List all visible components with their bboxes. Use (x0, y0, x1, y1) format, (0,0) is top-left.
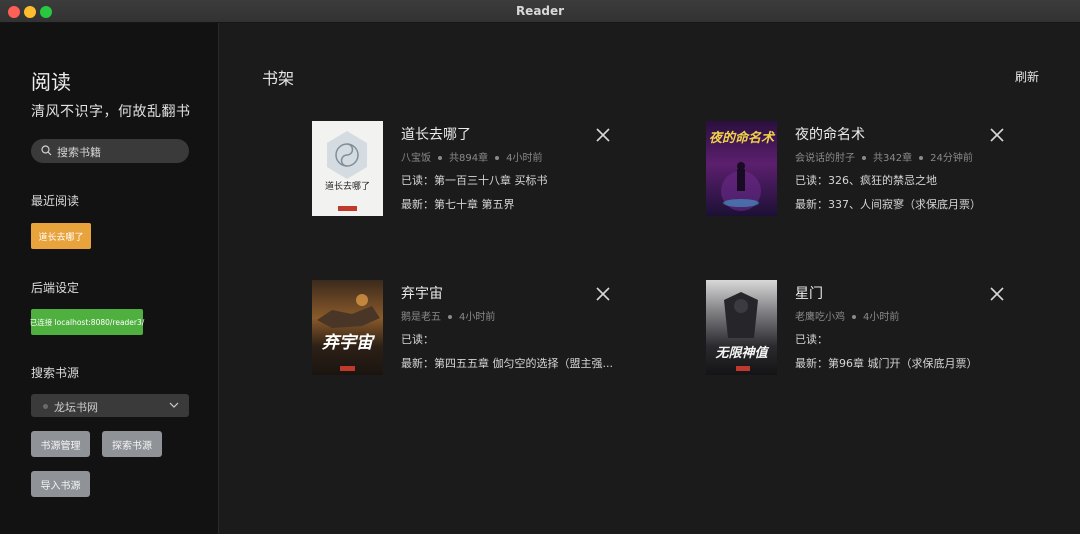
book-read-progress: 已读： (401, 333, 434, 346)
bookshelf-title: 书架 (262, 69, 295, 88)
book-author: 会说话的肘子 (795, 153, 855, 164)
book-title: 星门 (795, 286, 823, 302)
book-updated: 4小时前 (506, 153, 543, 164)
book-cover: 无限神值 (706, 280, 777, 375)
book-latest-chapter: 最新：第96章 城门开（求保底月票） (795, 357, 978, 370)
book-chapters: 共342章 (873, 153, 913, 164)
cover-title: 道长去哪了 (324, 182, 370, 192)
refresh-button[interactable]: 刷新 (1015, 68, 1039, 85)
book-chapters: 共894章 (449, 153, 489, 164)
book-author: 八宝饭 (401, 153, 431, 164)
book-title: 道长去哪了 (401, 127, 471, 143)
sidebar: 阅读 清风不识字，何故乱翻书 搜索书籍 最近阅读 道长去哪了 后端设定 已连接 … (0, 23, 219, 534)
cover-title: 无限神值 (715, 346, 768, 361)
remove-book-icon[interactable] (596, 128, 610, 142)
remove-book-icon[interactable] (990, 128, 1004, 142)
app-title: 阅读 (31, 70, 71, 94)
book-author: 鹅是老五 (401, 312, 441, 323)
app-subtitle: 清风不识字，何故乱翻书 (31, 104, 191, 120)
book-cover: 弃宇宙 (312, 280, 383, 375)
book-updated: 4小时前 (863, 312, 900, 323)
window-titlebar: Reader (0, 0, 1080, 23)
search-icon (41, 145, 52, 156)
recent-book-tag[interactable]: 道长去哪了 (31, 223, 91, 249)
cover-title: 弃宇宙 (322, 333, 373, 353)
search-placeholder: 搜索书籍 (57, 146, 101, 159)
book-title: 弃宇宙 (401, 286, 443, 302)
cover-title: 夜的命名术 (708, 131, 774, 146)
explore-source-button[interactable]: 探索书源 (102, 431, 162, 457)
remove-book-icon[interactable] (990, 287, 1004, 301)
book-latest-chapter: 最新：337、人间寂寥（求保底月票） (795, 198, 981, 211)
window-title: Reader (515, 4, 565, 18)
book-card[interactable]: 夜的命名术 夜的命名术 会说话的肘子 共342章 24分钟前 已读：326、疯狂的禁… (706, 121, 1026, 221)
source-icon (43, 404, 48, 409)
book-read-progress: 已读：第一百三十八章 买标书 (401, 174, 548, 187)
book-meta: 八宝饭 共894章 4小时前 (401, 149, 542, 164)
remove-book-icon[interactable] (596, 287, 610, 301)
book-cover: 夜的命名术 (706, 121, 777, 216)
backend-settings-label: 后端设定 (31, 281, 80, 295)
book-cover: 道长去哪了 (312, 121, 383, 216)
book-card[interactable]: 弃宇宙 弃宇宙 鹅是老五 4小时前 已读： 最新：第四五五章 伽匀空的选择（盟主强… (312, 280, 632, 380)
book-latest-chapter: 最新：第七十章 第五界 (401, 198, 515, 211)
source-manage-button[interactable]: 书源管理 (31, 431, 90, 457)
book-card[interactable]: 无限神值 星门 老鹰吃小鸡 4小时前 已读： 最新：第96章 城门开（求保底月票） (706, 280, 1026, 380)
chevron-down-icon (169, 402, 179, 408)
book-card[interactable]: 道长去哪了 道长去哪了 八宝饭 共894章 4小时前 已读：第一百三十八章 买标书 … (312, 121, 632, 221)
book-updated: 4小时前 (459, 312, 496, 323)
book-updated: 24分钟前 (930, 153, 973, 164)
book-read-progress: 已读： (795, 333, 828, 346)
recent-reading-label: 最近阅读 (31, 194, 80, 208)
search-books-input[interactable]: 搜索书籍 (31, 139, 189, 163)
backend-status-tag[interactable]: 已连接 localhost:8080/reader3/ (30, 309, 144, 335)
book-meta: 会说话的肘子 共342章 24分钟前 (795, 149, 973, 164)
book-meta: 老鹰吃小鸡 4小时前 (795, 308, 899, 323)
book-latest-chapter: 最新：第四五五章 伽匀空的选择（盟主强... (401, 357, 613, 370)
bookshelf-panel: 书架 刷新 道长去哪了 道长去哪了 八宝饭 共894章 4小时前 已读：第一百三十八… (220, 23, 1080, 534)
book-read-progress: 已读：326、疯狂的禁忌之地 (795, 174, 937, 187)
book-title: 夜的命名术 (795, 127, 865, 143)
source-selected-value: 龙坛书网 (54, 401, 98, 414)
book-source-select[interactable]: 龙坛书网 (31, 394, 189, 417)
book-author: 老鹰吃小鸡 (795, 312, 845, 323)
book-meta: 鹅是老五 4小时前 (401, 308, 495, 323)
import-source-button[interactable]: 导入书源 (31, 471, 90, 497)
search-source-label: 搜索书源 (31, 366, 80, 380)
